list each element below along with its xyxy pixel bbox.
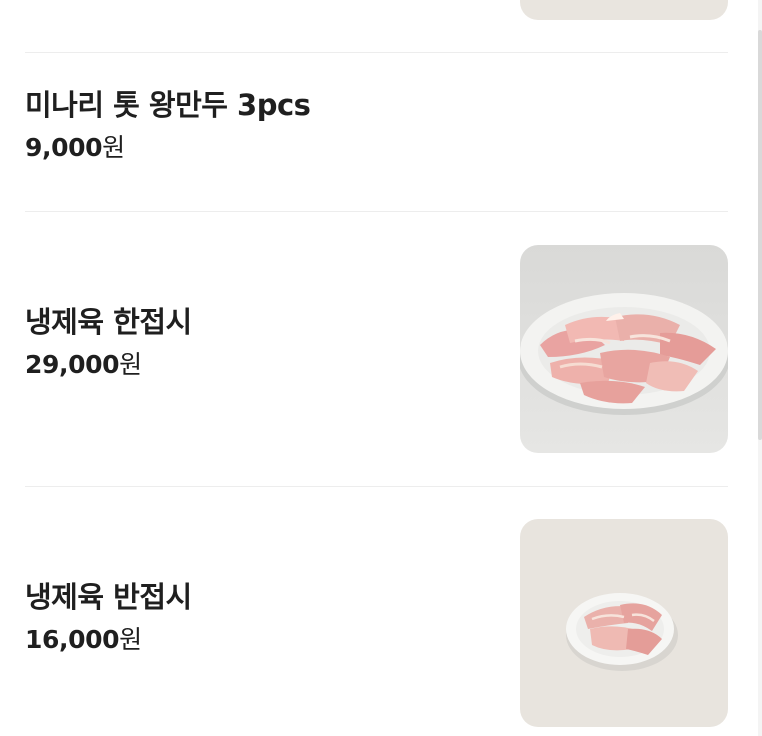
menu-item-price: 9,000원 bbox=[25, 133, 728, 163]
divider bbox=[25, 52, 728, 53]
price-value: 9,000 bbox=[25, 132, 103, 162]
menu-item-name: 미나리 톳 왕만두 3pcs bbox=[25, 88, 311, 122]
menu-item-image[interactable] bbox=[520, 245, 728, 453]
price-currency: 원 bbox=[119, 349, 142, 379]
previous-item-photo bbox=[520, 0, 728, 20]
price-currency: 원 bbox=[119, 624, 142, 654]
price-currency: 원 bbox=[102, 132, 125, 162]
scrollbar-thumb[interactable] bbox=[758, 30, 762, 440]
divider bbox=[25, 211, 728, 212]
scrollbar[interactable] bbox=[758, 0, 762, 736]
price-value: 16,000 bbox=[25, 624, 120, 654]
menu-list: 미나리 톳 왕만두 3pcs 9,000원 냉제육 한접시 29,000원 냉제… bbox=[0, 0, 762, 736]
menu-item[interactable]: 미나리 톳 왕만두 3pcs 9,000원 bbox=[25, 88, 728, 163]
previous-item-image[interactable] bbox=[520, 0, 728, 20]
divider bbox=[25, 486, 728, 487]
sliced-pork-small-plate-photo bbox=[520, 519, 728, 727]
price-value: 29,000 bbox=[25, 349, 120, 379]
menu-item-image[interactable] bbox=[520, 519, 728, 727]
sliced-pork-large-plate-photo bbox=[520, 245, 728, 453]
